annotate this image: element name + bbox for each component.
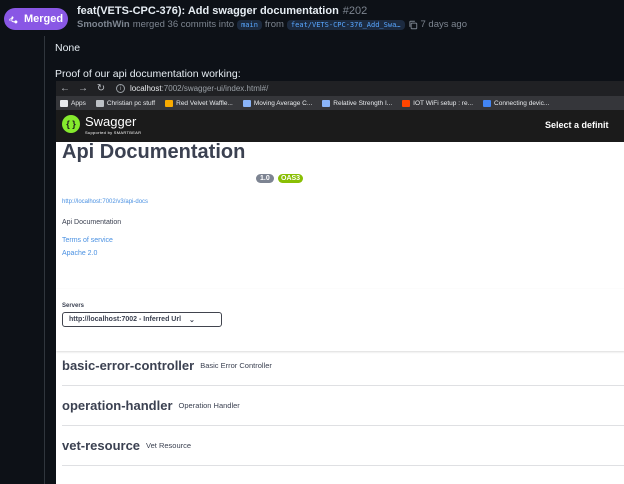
page-icon bbox=[483, 99, 492, 107]
server-value: http://localhost:7002 - Inferred Url bbox=[69, 316, 182, 323]
api-description: Api Documentation bbox=[62, 219, 122, 226]
url-path: :7002/swagger-ui/index.html#/ bbox=[161, 84, 269, 93]
back-arrow-icon: ← bbox=[60, 83, 70, 94]
tag-row: vet-resource Vet Resource bbox=[62, 426, 624, 466]
bookmark-item: Red Velvet Waffle... bbox=[165, 99, 233, 107]
url-host: localhost bbox=[130, 84, 162, 93]
bookmark-label: Moving Average C... bbox=[253, 99, 313, 107]
tag-row: operation-handler Operation Handler bbox=[62, 386, 624, 426]
apps-grid-icon bbox=[60, 99, 68, 107]
comment-body: None Proof of our api documentation work… bbox=[44, 36, 624, 484]
oas-badge: OAS3 bbox=[278, 174, 304, 183]
copy-icon[interactable] bbox=[408, 20, 418, 30]
tag-description: Basic Error Controller bbox=[200, 361, 272, 370]
bookmark-item: Apps bbox=[60, 99, 86, 107]
url-field: i localhost:7002/swagger-ui/index.html#/ bbox=[116, 84, 268, 93]
base-branch[interactable]: main bbox=[237, 19, 262, 30]
pr-meta: SmoothWin merged 36 commits into main fr… bbox=[77, 19, 467, 30]
bookmark-label: Relative Strength I... bbox=[333, 99, 393, 107]
terms-link: Terms of service bbox=[62, 237, 113, 244]
bookmarks-bar: Apps Christian pc stuff Red Velvet Waffle.… bbox=[56, 96, 624, 110]
bookmark-label: Connecting devic... bbox=[494, 99, 550, 107]
servers-section: Servers http://localhost:7002 - Inferred… bbox=[56, 289, 624, 351]
merged-badge: Merged bbox=[4, 8, 68, 30]
select-definition-label: Select a definit bbox=[545, 120, 609, 130]
bookmark-label: IOT WiFi setup : re... bbox=[413, 99, 474, 107]
swagger-brand-sub: Supported by SMARTBEAR bbox=[85, 130, 142, 135]
pr-number[interactable]: #202 bbox=[343, 5, 367, 17]
folder-icon bbox=[95, 99, 104, 107]
chevron-down-icon: ⌄ bbox=[189, 316, 195, 324]
merge-text: merged 36 commits into bbox=[132, 19, 235, 30]
swagger-logo-icon: { } bbox=[62, 115, 80, 133]
reload-icon: ↻ bbox=[96, 83, 106, 94]
tag-description: Vet Resource bbox=[146, 441, 192, 450]
comment-line-none: None bbox=[55, 42, 81, 54]
bookmark-item: Relative Strength I... bbox=[322, 99, 393, 107]
head-branch[interactable]: feat/VETS-CPC-376_Add_Swa… bbox=[286, 19, 405, 30]
browser-address-bar: ← → ↻ i localhost:7002/swagger-ui/index.… bbox=[56, 81, 624, 96]
bookmark-item: Connecting devic... bbox=[483, 99, 550, 107]
tag-name: operation-handler bbox=[62, 398, 173, 413]
pr-title-text: feat(VETS-CPC-376): Add swagger document… bbox=[77, 5, 339, 17]
api-title: Api Documentation bbox=[62, 141, 246, 163]
bookmark-item: Moving Average C... bbox=[242, 99, 313, 107]
tag-name: basic-error-controller bbox=[62, 358, 195, 373]
bookmark-item: Christian pc stuff bbox=[95, 99, 156, 107]
recipe-icon bbox=[165, 99, 174, 107]
reddit-icon bbox=[402, 99, 411, 107]
servers-select: http://localhost:7002 - Inferred Url ⌄ bbox=[62, 312, 222, 327]
pr-time: 7 days ago bbox=[420, 19, 467, 30]
tag-row: basic-error-controller Basic Error Contro… bbox=[62, 346, 624, 386]
chart-icon bbox=[242, 99, 251, 107]
from-text: from bbox=[264, 19, 284, 30]
bookmark-label: Apps bbox=[71, 99, 86, 107]
info-icon: i bbox=[116, 84, 125, 93]
pr-author[interactable]: SmoothWin bbox=[77, 19, 130, 30]
merged-label: Merged bbox=[23, 13, 64, 25]
chart-icon bbox=[322, 99, 331, 107]
pr-title[interactable]: feat(VETS-CPC-376): Add swagger document… bbox=[77, 5, 367, 17]
forward-arrow-icon: → bbox=[78, 83, 88, 94]
timeline-gutter bbox=[0, 36, 44, 484]
servers-label: Servers bbox=[62, 303, 85, 309]
swagger-topbar: { } Swagger Supported by SMARTBEAR Selec… bbox=[56, 110, 624, 142]
swagger-brand: Swagger bbox=[85, 114, 137, 129]
pr-header: Merged feat(VETS-CPC-376): Add swagger d… bbox=[0, 0, 624, 36]
bookmark-item: IOT WiFi setup : re... bbox=[402, 99, 474, 107]
bookmark-label: Christian pc stuff bbox=[106, 99, 156, 107]
tag-description: Operation Handler bbox=[178, 401, 240, 410]
license-link: Apache 2.0 bbox=[62, 250, 98, 257]
embedded-screenshot[interactable]: ← → ↻ i localhost:7002/swagger-ui/index.… bbox=[56, 81, 624, 484]
comment-line-proof: Proof of our api documentation working: bbox=[55, 68, 241, 80]
git-merge-icon bbox=[9, 15, 18, 23]
version-badge: 1.0 bbox=[256, 174, 274, 183]
tag-name: vet-resource bbox=[62, 438, 141, 453]
bookmark-label: Red Velvet Waffle... bbox=[176, 99, 233, 107]
api-docs-link: http://localhost:7002/v3/api-docs bbox=[62, 199, 149, 205]
